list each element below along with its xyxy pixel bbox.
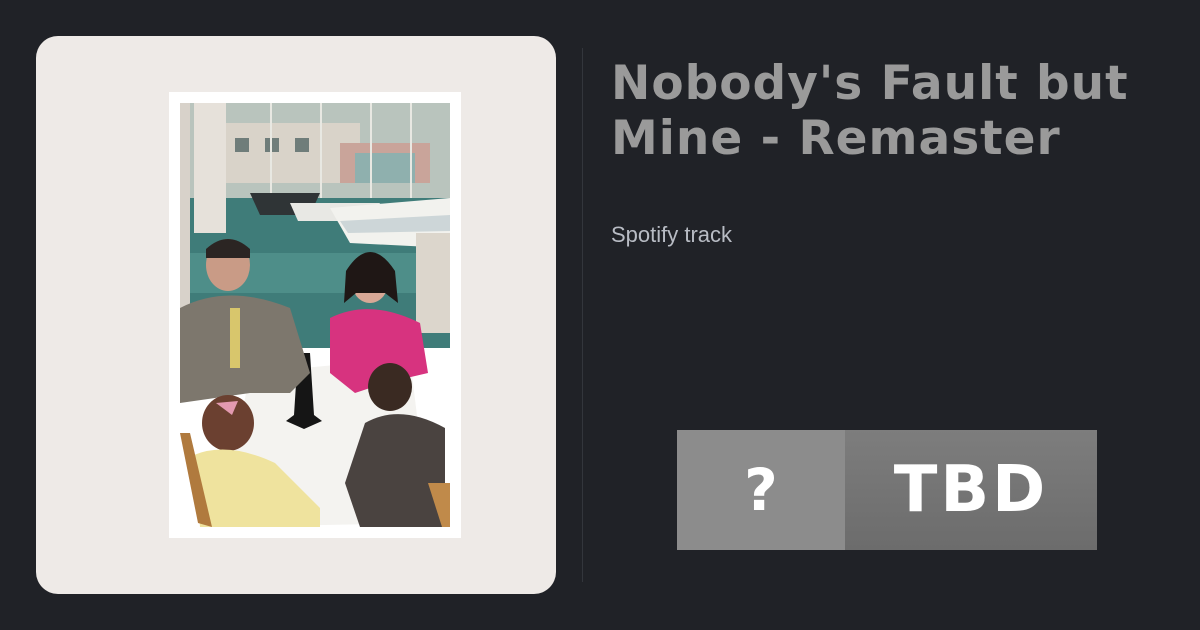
album-cover-frame xyxy=(169,92,461,538)
album-cover-image xyxy=(180,103,450,527)
vertical-divider xyxy=(582,48,583,582)
album-art-card xyxy=(36,36,556,594)
track-title: Nobody's Fault but Mine - Remaster xyxy=(611,56,1129,166)
rating-label: TBD xyxy=(845,430,1097,550)
rating-symbol: ? xyxy=(677,430,845,550)
rating-badge: ? TBD xyxy=(677,430,1097,550)
track-source-label: Spotify track xyxy=(611,222,733,247)
